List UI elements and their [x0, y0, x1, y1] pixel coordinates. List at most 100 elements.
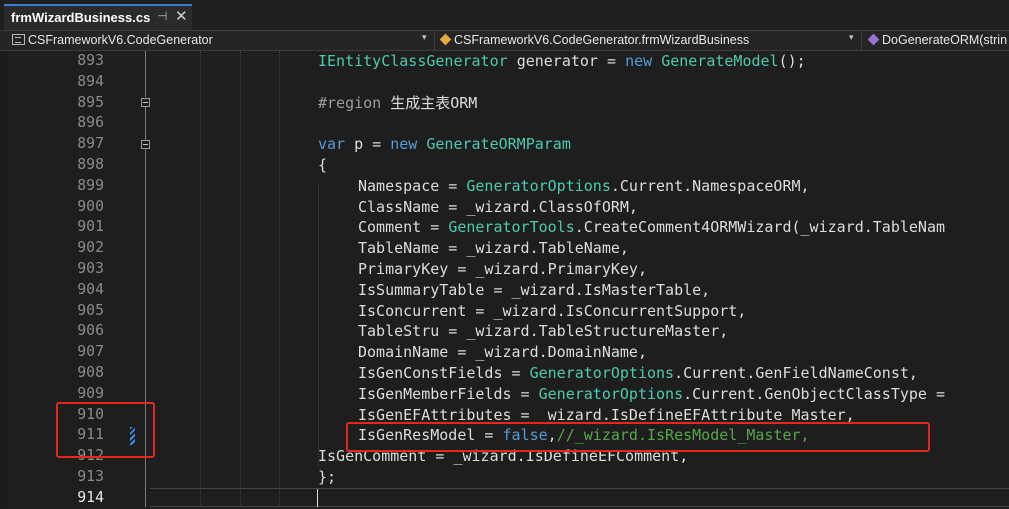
code-line[interactable]: 906 TableStru = _wizard.TableStructureMas…	[0, 321, 1009, 342]
code-token: .Current.GenFieldNameConst,	[674, 364, 918, 382]
code-line[interactable]: 902 TableName = _wizard.TableName,	[0, 238, 1009, 259]
code-line[interactable]: 896	[0, 113, 1009, 134]
code-text: ClassName = _wizard.ClassOfORM,	[358, 197, 638, 218]
code-token: 生成主表ORM	[390, 93, 478, 112]
code-token: GeneratorOptions	[529, 364, 675, 382]
member-dropdown-label: DoGenerateORM(strin	[882, 33, 1008, 47]
code-line[interactable]: 895 #region 生成主表ORM	[0, 93, 1009, 114]
code-token: };	[318, 468, 337, 486]
chevron-down-icon[interactable]: ▾	[422, 33, 427, 43]
code-token: {	[318, 156, 328, 174]
member-dropdown[interactable]: DoGenerateORM(strin	[868, 33, 1009, 49]
code-annotation	[346, 422, 930, 452]
line-number: 893	[77, 52, 104, 69]
code-line[interactable]: 904 IsSummaryTable = _wizard.IsMasterTabl…	[0, 280, 1009, 301]
code-token: new	[625, 52, 653, 70]
code-line[interactable]: 897 var p = new GenerateORMParam	[0, 134, 1009, 155]
line-number: 897	[77, 135, 104, 153]
code-token: TableName = _wizard.TableName,	[358, 239, 629, 258]
code-token: GenerateORMParam	[426, 135, 571, 154]
method-icon	[868, 33, 880, 46]
text-caret	[317, 489, 318, 507]
code-line[interactable]: 894	[0, 72, 1009, 93]
code-token: .Current.NamespaceORM,	[610, 176, 810, 195]
code-token: #region	[318, 93, 391, 112]
code-text: #region 生成主表ORM	[318, 93, 477, 114]
pin-icon[interactable]: ⊣	[157, 9, 167, 23]
code-token: ClassName = _wizard.ClassOfORM,	[358, 197, 638, 216]
project-dropdown[interactable]: CSFrameworkV6.CodeGenerator	[12, 33, 422, 49]
current-line-highlight	[150, 488, 1009, 507]
line-number: 913	[77, 468, 104, 485]
document-tab-strip: frmWizardBusiness.cs ⊣ ✕	[0, 0, 1009, 31]
code-token: .CreateComment4ORMWizard(_wizard.TableNa…	[574, 218, 946, 237]
line-number: 898	[77, 156, 104, 173]
nav-divider	[434, 31, 435, 50]
code-token: =	[597, 52, 626, 70]
code-line[interactable]: 908 IsGenConstFields = GeneratorOptions.C…	[0, 363, 1009, 384]
code-token: IsConcurrent = _wizard.IsConcurrentSuppo…	[358, 301, 747, 320]
project-icon	[12, 34, 25, 45]
code-token: GenerateModel	[661, 52, 779, 70]
code-text: IsGenConstFields = GeneratorOptions.Curr…	[358, 363, 918, 384]
chevron-down-icon[interactable]: ▾	[849, 33, 854, 43]
code-text: };	[318, 467, 336, 488]
code-token: p =	[345, 135, 391, 154]
code-token: IsGenConstFields =	[358, 364, 530, 382]
code-token: Comment =	[358, 218, 449, 237]
code-token: generator	[516, 52, 598, 70]
code-text: IEntityClassGenerator generator = new Ge…	[318, 51, 806, 72]
line-number: 894	[77, 72, 104, 90]
code-token: Namespace =	[358, 176, 467, 195]
code-token: DomainName = _wizard.DomainName,	[358, 343, 647, 362]
code-text: IsGenMemberFields = GeneratorOptions.Cur…	[358, 384, 945, 405]
close-icon[interactable]: ✕	[175, 7, 188, 25]
line-number: 900	[77, 197, 104, 215]
line-number-annotation	[56, 402, 155, 458]
code-token: var	[318, 135, 346, 154]
code-editor[interactable]: 893 IEntityClassGenerator generator = new…	[0, 51, 1009, 507]
code-token: new	[390, 135, 418, 154]
line-number: 907	[77, 343, 104, 361]
navigation-bar: CSFrameworkV6.CodeGenerator ▾ CSFramewor…	[0, 31, 1009, 51]
code-token: .Current.GenObjectClassType =	[683, 384, 946, 403]
tab-title: frmWizardBusiness.cs	[11, 10, 151, 25]
line-number: 899	[77, 176, 104, 194]
code-token: PrimaryKey = _wizard.PrimaryKey,	[358, 260, 647, 278]
code-text: DomainName = _wizard.DomainName,	[358, 342, 647, 363]
code-line[interactable]: 901 Comment = GeneratorTools.CreateCommen…	[0, 217, 1009, 238]
code-line[interactable]: 905 IsConcurrent = _wizard.IsConcurrentSu…	[0, 301, 1009, 322]
code-text: Namespace = GeneratorOptions.Current.Nam…	[358, 176, 810, 197]
line-number: 896	[77, 114, 104, 132]
class-dropdown-label: CSFrameworkV6.CodeGenerator.frmWizardBus…	[454, 33, 750, 47]
code-line[interactable]: 907 DomainName = _wizard.DomainName,	[0, 342, 1009, 363]
code-token: IsGenEFAttributes = _wizard.IsDefineEFAt…	[358, 405, 855, 424]
code-token: TableStru = _wizard.TableStructureMaster…	[358, 322, 729, 341]
line-number: 903	[77, 260, 104, 277]
line-number: 905	[77, 301, 104, 319]
tab-frmwizardbusiness[interactable]: frmWizardBusiness.cs ⊣ ✕	[4, 4, 192, 30]
project-dropdown-label: CSFrameworkV6.CodeGenerator	[28, 33, 213, 47]
code-line[interactable]: 900 ClassName = _wizard.ClassOfORM,	[0, 197, 1009, 218]
class-dropdown[interactable]: CSFrameworkV6.CodeGenerator.frmWizardBus…	[440, 33, 845, 49]
code-line[interactable]: 893 IEntityClassGenerator generator = new…	[0, 51, 1009, 72]
code-token: GeneratorOptions	[538, 384, 684, 403]
code-text: IsConcurrent = _wizard.IsConcurrentSuppo…	[358, 301, 746, 322]
code-token: GeneratorOptions	[466, 176, 611, 195]
code-token: IsSummaryTable = _wizard.IsMasterTable,	[358, 280, 711, 299]
code-text: IsSummaryTable = _wizard.IsMasterTable,	[358, 280, 710, 301]
line-number: 908	[77, 364, 104, 381]
line-number: 901	[77, 218, 104, 236]
code-line[interactable]: 913};	[0, 467, 1009, 488]
code-line[interactable]: 903 PrimaryKey = _wizard.PrimaryKey,	[0, 259, 1009, 280]
line-number: 895	[77, 93, 104, 111]
code-line[interactable]: 898 {	[0, 155, 1009, 176]
code-text: PrimaryKey = _wizard.PrimaryKey,	[358, 259, 647, 280]
line-number: 914	[77, 488, 104, 506]
code-token: IEntityClassGenerator	[318, 52, 508, 70]
code-text: {	[318, 155, 327, 176]
code-token: GeneratorTools	[448, 218, 575, 237]
code-line[interactable]: 899 Namespace = GeneratorOptions.Current.…	[0, 176, 1009, 197]
